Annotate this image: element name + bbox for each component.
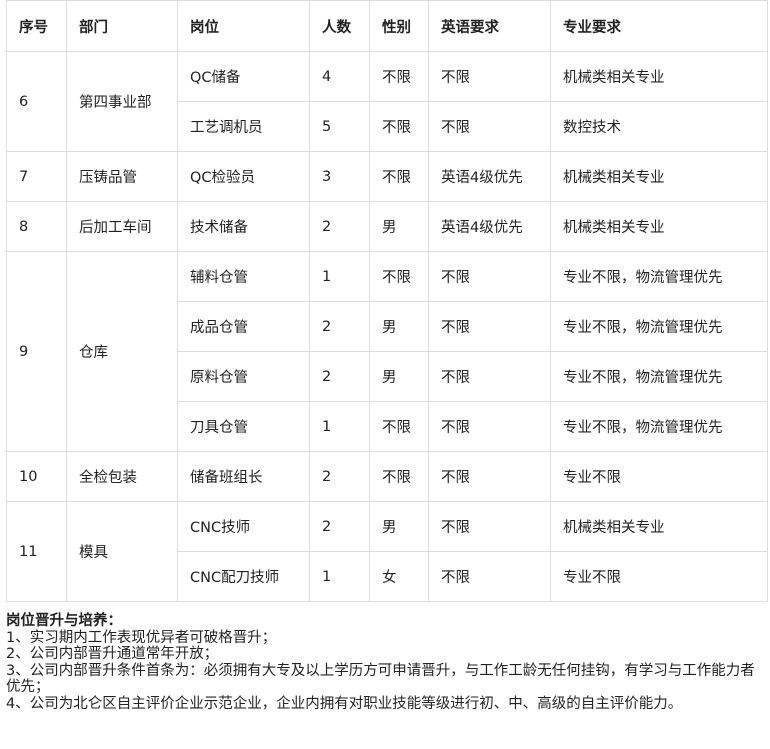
cell-post: 原料仓管 (177, 351, 310, 402)
cell-post: 成品仓管 (177, 301, 310, 352)
cell-english: 不限 (428, 51, 551, 102)
header-english: 英语要求 (428, 0, 551, 52)
table-header-row: 序号 部门 岗位 人数 性别 英语要求 专业要求 (6, 0, 768, 52)
cell-post: 辅料仓管 (177, 251, 310, 302)
notes-item: 3、公司内部晋升条件首条为：必须拥有大专及以上学历方可申请晋升，与工作工龄无任何… (6, 662, 755, 696)
cell-dept: 第四事业部 (66, 51, 178, 152)
job-table: 序号 部门 岗位 人数 性别 英语要求 专业要求 6 第四事业部 QC储备 4 … (6, 0, 768, 602)
cell-dept: 模具 (66, 501, 178, 602)
cell-english: 不限 (428, 401, 551, 452)
cell-dept: 仓库 (66, 251, 178, 452)
cell-count: 2 (309, 451, 370, 502)
table-row: 6 第四事业部 QC储备 4 不限 不限 机械类相关专业 (6, 51, 768, 152)
cell-major: 专业不限，物流管理优先 (550, 401, 768, 452)
header-post: 岗位 (177, 0, 310, 52)
cell-count: 5 (309, 101, 370, 152)
table-row: 8 后加工车间 技术储备 2 男 英语4级优先 机械类相关专业 (6, 201, 768, 252)
cell-english: 不限 (428, 101, 551, 152)
cell-gender: 男 (369, 201, 429, 252)
cell-post: QC检验员 (177, 151, 310, 202)
cell-major: 机械类相关专业 (550, 51, 768, 102)
cell-count: 1 (309, 401, 370, 452)
cell-post: CNC配刀技师 (177, 551, 310, 602)
cell-major: 专业不限 (550, 551, 768, 602)
cell-gender: 不限 (369, 51, 429, 102)
cell-gender: 不限 (369, 151, 429, 202)
header-major: 专业要求 (550, 0, 768, 52)
cell-no: 11 (6, 501, 67, 602)
cell-major: 专业不限，物流管理优先 (550, 251, 768, 302)
cell-english: 不限 (428, 501, 551, 552)
cell-count: 2 (309, 351, 370, 402)
cell-count: 2 (309, 501, 370, 552)
table-row: 9 仓库 辅料仓管 1 不限 不限 专业不限，物流管理优先 (6, 251, 768, 452)
cell-post: 储备班组长 (177, 451, 310, 502)
cell-major: 专业不限 (550, 451, 768, 502)
cell-count: 1 (309, 551, 370, 602)
cell-english: 英语4级优先 (428, 201, 551, 252)
cell-gender: 女 (369, 551, 429, 602)
cell-count: 4 (309, 51, 370, 102)
table-row: 7 压铸品管 QC检验员 3 不限 英语4级优先 机械类相关专业 (6, 151, 768, 202)
header-dept: 部门 (66, 0, 178, 52)
cell-major: 专业不限，物流管理优先 (550, 301, 768, 352)
cell-english: 不限 (428, 451, 551, 502)
cell-english: 不限 (428, 351, 551, 402)
page: 序号 部门 岗位 人数 性别 英语要求 专业要求 6 第四事业部 QC储备 4 … (0, 0, 770, 749)
cell-post: 工艺调机员 (177, 101, 310, 152)
cell-dept: 后加工车间 (66, 201, 178, 252)
cell-post: QC储备 (177, 51, 310, 102)
promotion-notes: 岗位晋升与培养： 1、实习期内工作表现优异者可破格晋升； 2、公司内部晋升通道常… (6, 613, 766, 712)
cell-english: 英语4级优先 (428, 151, 551, 202)
cell-no: 9 (6, 251, 67, 452)
cell-english: 不限 (428, 251, 551, 302)
cell-no: 10 (6, 451, 67, 502)
cell-post: 刀具仓管 (177, 401, 310, 452)
cell-count: 2 (309, 201, 370, 252)
cell-major: 专业不限，物流管理优先 (550, 351, 768, 402)
cell-dept: 压铸品管 (66, 151, 178, 202)
cell-major: 机械类相关专业 (550, 501, 768, 552)
cell-post: 技术储备 (177, 201, 310, 252)
header-no: 序号 (6, 0, 67, 52)
cell-gender: 男 (369, 501, 429, 552)
cell-no: 8 (6, 201, 67, 252)
cell-major: 机械类相关专业 (550, 151, 768, 202)
notes-item: 4、公司为北仑区自主评价企业示范企业，企业内拥有对职业技能等级进行初、中、高级的… (6, 695, 683, 712)
cell-dept: 全检包装 (66, 451, 178, 502)
notes-item: 2、公司内部晋升通道常年开放； (6, 646, 219, 662)
table-row: 11 模具 CNC技师 2 男 不限 机械类相关专业 (6, 501, 768, 602)
cell-post: CNC技师 (177, 501, 310, 552)
cell-major: 数控技术 (550, 101, 768, 152)
cell-major: 机械类相关专业 (550, 201, 768, 252)
cell-no: 6 (6, 51, 67, 152)
cell-gender: 不限 (369, 251, 429, 302)
header-count: 人数 (309, 0, 370, 52)
header-gender: 性别 (369, 0, 429, 52)
cell-count: 2 (309, 301, 370, 352)
notes-heading: 岗位晋升与培养： (6, 613, 122, 629)
notes-item: 1、实习期内工作表现优异者可破格晋升； (6, 629, 277, 646)
cell-count: 3 (309, 151, 370, 202)
cell-gender: 男 (369, 301, 429, 352)
cell-gender: 不限 (369, 101, 429, 152)
cell-count: 1 (309, 251, 370, 302)
cell-gender: 不限 (369, 401, 429, 452)
cell-no: 7 (6, 151, 67, 202)
table-row: 10 全检包装 储备班组长 2 不限 不限 专业不限 (6, 451, 768, 502)
cell-gender: 不限 (369, 451, 429, 502)
cell-english: 不限 (428, 551, 551, 602)
cell-gender: 男 (369, 351, 429, 402)
cell-english: 不限 (428, 301, 551, 352)
